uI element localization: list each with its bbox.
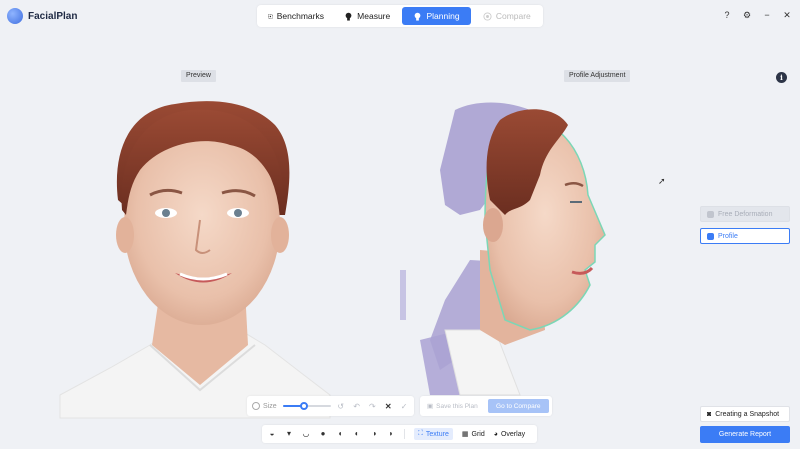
- chin-view-icon[interactable]: ▾: [285, 430, 293, 438]
- size-label: Size: [263, 402, 277, 410]
- left-profile-icon[interactable]: ◖: [336, 430, 344, 438]
- undo-icon[interactable]: ↶: [352, 402, 362, 411]
- profile-button[interactable]: Profile: [700, 228, 790, 244]
- texture-toggle[interactable]: ⛶ Texture: [414, 428, 453, 440]
- generate-report-button[interactable]: Generate Report: [700, 426, 790, 443]
- slider-thumb[interactable]: [300, 402, 309, 410]
- free-deformation-button[interactable]: Free Deformation: [700, 206, 790, 222]
- divider: [404, 429, 405, 439]
- save-plan-label: Save this Plan: [436, 402, 478, 410]
- profile-label: Profile: [718, 232, 738, 240]
- left-oblique-icon[interactable]: ◐: [353, 430, 361, 438]
- overlay-icon: ◕: [493, 430, 498, 438]
- go-to-compare-button[interactable]: Go to Compare: [487, 399, 549, 413]
- right-oblique-icon[interactable]: ◑: [370, 430, 378, 438]
- texture-label: Texture: [425, 430, 449, 438]
- confirm-icon[interactable]: ✓: [399, 402, 409, 411]
- free-deformation-label: Free Deformation: [718, 210, 773, 218]
- brush-toolbar: Size ↺ ↶ ↷ ✕ ✓: [247, 396, 414, 416]
- free-deformation-icon: [707, 210, 714, 218]
- save-icon: ▣: [427, 403, 434, 410]
- overlay-toggle[interactable]: ◕ Overlay: [494, 431, 525, 438]
- redo-icon[interactable]: ↷: [367, 402, 377, 411]
- bottom-view-icon[interactable]: ◒: [268, 430, 276, 438]
- right-profile-icon[interactable]: ◗: [387, 430, 395, 438]
- camera-icon: ◙: [707, 410, 712, 418]
- top-view-icon[interactable]: ◡: [302, 430, 310, 438]
- profile-face-model[interactable]: [400, 102, 606, 396]
- front-view-icon[interactable]: ●: [319, 430, 327, 438]
- grid-icon: ▦: [461, 431, 469, 438]
- reset-icon[interactable]: ↺: [336, 402, 346, 411]
- size-icon: [252, 402, 260, 410]
- size-control: Size: [252, 402, 277, 410]
- app-window: FacialPlan Benchmarks Measure Planning C…: [0, 0, 800, 449]
- plan-toolbar: ▣ Save this Plan Go to Compare: [420, 396, 552, 416]
- overlay-label: Overlay: [500, 430, 526, 438]
- view-toolbar: ◒ ▾ ◡ ● ◖ ◐ ◑ ◗ ⛶ Texture ▦ Grid ◕ Overl…: [262, 425, 537, 443]
- snapshot-button[interactable]: ◙ Creating a Snapshot: [700, 406, 790, 422]
- texture-icon: ⛶: [418, 430, 423, 437]
- front-face-model[interactable]: [59, 101, 331, 419]
- cancel-icon[interactable]: ✕: [383, 402, 393, 411]
- snapshot-label: Creating a Snapshot: [715, 410, 780, 418]
- face-scene: [59, 101, 606, 419]
- save-plan-button[interactable]: ▣ Save this Plan: [423, 399, 485, 413]
- mouse-cursor-icon: ➚: [658, 176, 666, 186]
- grid-toggle[interactable]: ▦ Grid: [461, 430, 485, 439]
- profile-icon: [707, 232, 714, 240]
- grid-label: Grid: [471, 430, 485, 438]
- size-slider[interactable]: [282, 401, 331, 411]
